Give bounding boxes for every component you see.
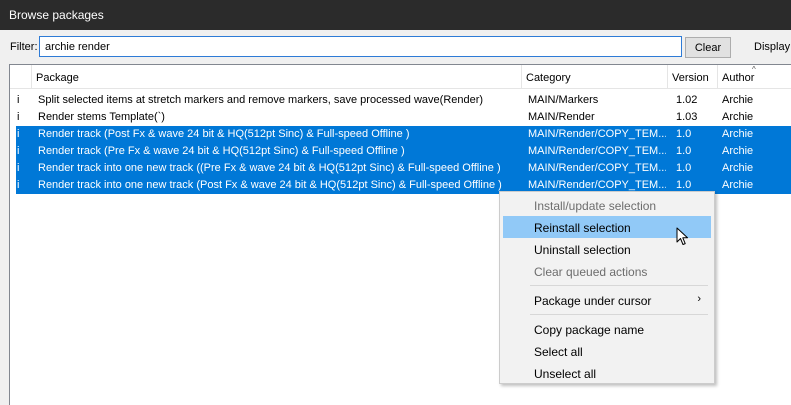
row-author: Archie	[722, 128, 754, 140]
row-package: Render track into one new track ((Pre Fx…	[38, 162, 501, 174]
row-version: 1.0	[676, 128, 692, 140]
filter-label: Filter:	[10, 41, 38, 53]
row-flag: i	[17, 128, 20, 140]
menu-item-install-update-selection: Install/update selection	[534, 199, 657, 213]
display-label: Display:	[754, 41, 791, 53]
row-version: 1.0	[676, 179, 692, 191]
sort-ascending-icon: ^	[752, 65, 756, 74]
column-header-category[interactable]: Category	[522, 65, 668, 89]
clear-button[interactable]: Clear	[685, 37, 731, 58]
context-menu: Install/update selection Reinstall selec…	[499, 191, 715, 384]
title-bar: Browse packages	[0, 0, 791, 30]
row-package: Render track into one new track (Post Fx…	[38, 179, 502, 191]
row-category: MAIN/Render/COPY_TEM...	[528, 179, 666, 191]
menu-item-copy-package-name[interactable]: Copy package name	[503, 318, 711, 340]
row-category: MAIN/Render/COPY_TEM...	[528, 162, 666, 174]
row-flag: i	[17, 145, 20, 157]
row-flag: i	[17, 162, 20, 174]
table-row-selected[interactable]: i Render track into one new track ((Pre …	[16, 160, 791, 177]
row-category: MAIN/Render/COPY_TEM...	[528, 145, 666, 157]
column-header-flag[interactable]	[10, 65, 32, 89]
row-package: Render track (Pre Fx & wave 24 bit & HQ(…	[38, 145, 405, 157]
row-version: 1.03	[676, 111, 698, 123]
table-row[interactable]: i Render stems Template(`) MAIN/Render 1…	[16, 109, 791, 126]
table-row-selected[interactable]: i Render track (Pre Fx & wave 24 bit & H…	[16, 143, 791, 160]
submenu-arrow-icon: ›	[697, 293, 701, 305]
menu-item-package-under-cursor[interactable]: Package under cursor ›	[503, 289, 711, 311]
menu-item-clear-queued-actions: Clear queued actions	[534, 265, 648, 279]
row-package: Split selected items at stretch markers …	[38, 94, 484, 106]
row-flag: i	[17, 94, 20, 106]
row-author: Archie	[722, 179, 754, 191]
column-header-package[interactable]: Package	[32, 65, 522, 89]
window-title: Browse packages	[9, 8, 104, 22]
row-version: 1.0	[676, 162, 692, 174]
menu-separator	[530, 285, 708, 286]
row-author: Archie	[722, 111, 754, 123]
row-category: MAIN/Render	[528, 111, 595, 123]
menu-item-select-all[interactable]: Select all	[503, 340, 711, 362]
mouse-pointer-icon	[676, 227, 688, 245]
menu-item-unselect-all[interactable]: Unselect all	[503, 362, 711, 384]
row-package: Render track (Post Fx & wave 24 bit & HQ…	[38, 128, 410, 140]
filter-input[interactable]	[39, 36, 682, 57]
row-version: 1.0	[676, 145, 692, 157]
row-package: Render stems Template(`)	[38, 111, 165, 123]
row-author: Archie	[722, 145, 754, 157]
table-row-selected[interactable]: i Render track (Post Fx & wave 24 bit & …	[16, 126, 791, 143]
row-flag: i	[17, 111, 20, 123]
list-header: Package Category Version Author ^	[10, 65, 791, 89]
row-category: MAIN/Markers	[528, 94, 599, 106]
column-header-version[interactable]: Version	[668, 65, 718, 89]
table-row[interactable]: i Split selected items at stretch marker…	[16, 92, 791, 109]
menu-item-label: Package under cursor	[534, 294, 652, 308]
row-author: Archie	[722, 162, 754, 174]
row-flag: i	[17, 179, 20, 191]
row-author: Archie	[722, 94, 754, 106]
row-category: MAIN/Render/COPY_TEM...	[528, 128, 666, 140]
row-version: 1.02	[676, 94, 698, 106]
menu-separator	[530, 314, 708, 315]
